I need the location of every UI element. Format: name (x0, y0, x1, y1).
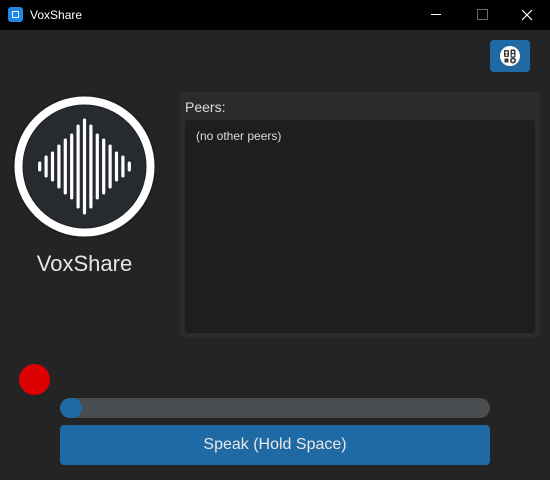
audio-level-bar (60, 398, 490, 418)
wave-bar (50, 151, 55, 182)
peers-panel: Peers: (no other peers) (180, 92, 540, 337)
wave-bar (102, 138, 106, 195)
peers-empty-text: (no other peers) (196, 129, 282, 143)
minimize-button[interactable] (413, 0, 459, 30)
window-title: VoxShare (30, 8, 83, 22)
wave-bar (82, 118, 87, 215)
wave-bar (121, 155, 125, 178)
close-icon (521, 9, 533, 21)
wave-bar (89, 124, 93, 209)
recording-indicator (19, 364, 50, 395)
speak-button[interactable]: Speak (Hold Space) (60, 425, 490, 465)
app-name: VoxShare (36, 251, 133, 276)
peers-list[interactable]: (no other peers) (185, 120, 535, 333)
wave-bar (57, 144, 61, 189)
wave-bar (95, 133, 99, 200)
title-bar[interactable]: VoxShare (0, 0, 550, 30)
wave-bar (44, 155, 48, 178)
wave-bar (127, 161, 131, 172)
audio-settings-button[interactable] (490, 40, 530, 72)
peers-label: Peers: (185, 99, 226, 115)
sound-wave-icon (12, 94, 157, 239)
wave-bar (76, 124, 80, 209)
wave-bar (114, 151, 119, 182)
close-button[interactable] (504, 0, 550, 30)
app-icon (8, 7, 23, 22)
wave-bar (63, 138, 67, 195)
audio-settings-icon (499, 45, 521, 67)
wave-bar (70, 133, 74, 200)
maximize-button[interactable] (459, 0, 505, 30)
app-window: VoxShare VoxShare Peers: (no other peers… (0, 0, 550, 480)
wave-bar (38, 161, 42, 172)
audio-level-fill (60, 398, 82, 418)
wave-bar (108, 144, 112, 189)
